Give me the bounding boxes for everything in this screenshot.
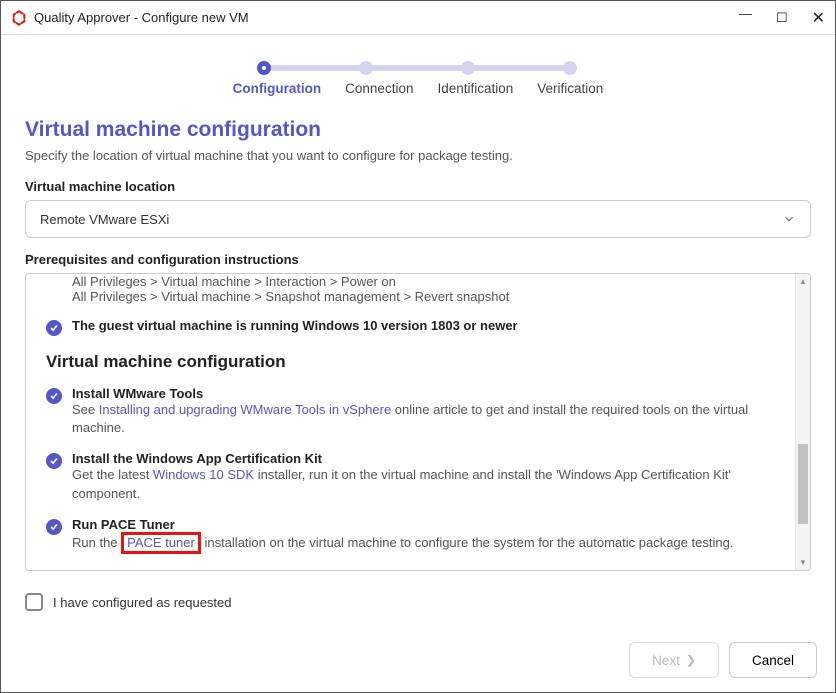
step-dot-verification[interactable] [563,61,577,75]
step-label-configuration[interactable]: Configuration [233,81,321,96]
step-label-connection[interactable]: Connection [345,81,413,96]
confirm-checkbox[interactable] [25,593,43,611]
minimize-button[interactable]: — [739,6,752,21]
check-icon [46,453,62,469]
prereq-item-text: The guest virtual machine is running Win… [72,318,775,333]
scrollbar[interactable]: ▲ ▼ [795,274,810,570]
scroll-thumb[interactable] [798,444,808,524]
titlebar: Quality Approver - Configure new VM — ☐ … [1,1,835,35]
chevron-down-icon [782,212,796,226]
page-subtitle: Specify the location of virtual machine … [25,148,811,163]
privilege-line: All Privileges > Virtual machine > Snaps… [72,289,775,304]
cancel-button[interactable]: Cancel [729,642,817,678]
vm-location-select[interactable]: Remote VMware ESXi [25,200,811,238]
check-icon [46,320,62,336]
window-title: Quality Approver - Configure new VM [34,10,739,25]
close-button[interactable]: ✕ [812,8,825,28]
next-button[interactable]: Next ❯ [629,642,719,678]
prereq-item-wack: Install the Windows App Certification Ki… [46,451,775,502]
item-title: Shut down the virtual machine [72,568,775,570]
item-desc: Run the PACE tuner installation on the v… [72,532,775,554]
window-controls: — ☐ ✕ [739,8,825,28]
check-icon [46,388,62,404]
item-title: Run PACE Tuner [72,517,775,532]
scroll-up-button[interactable]: ▲ [796,274,810,289]
app-logo-icon [11,10,27,26]
step-dot-connection[interactable] [359,61,373,75]
confirm-label: I have configured as requested [53,595,232,610]
item-desc: See Installing and upgrading WMware Tool… [72,401,775,437]
check-icon [46,519,62,535]
privilege-line: All Privileges > Virtual machine > Inter… [72,274,775,289]
vm-location-label: Virtual machine location [25,179,811,194]
prereq-item-guest-os: The guest virtual machine is running Win… [46,318,775,336]
item-desc: Get the latest Windows 10 SDK installer,… [72,466,775,502]
step-dot-identification[interactable] [461,61,475,75]
prereq-item-pace-tuner: Run PACE Tuner Run the PACE tuner instal… [46,517,775,554]
footer: Next ❯ Cancel [1,628,835,692]
prereq-label: Prerequisites and configuration instruct… [25,252,811,267]
item-title: Install the Windows App Certification Ki… [72,451,775,466]
link-win10-sdk[interactable]: Windows 10 SDK [153,467,254,482]
vm-config-heading: Virtual machine configuration [46,352,775,372]
link-wmware-tools[interactable]: Installing and upgrading WMware Tools in… [99,402,391,417]
pace-tuner-highlight: PACE tuner [121,532,201,554]
item-title: Install WMware Tools [72,386,775,401]
step-label-verification[interactable]: Verification [537,81,603,96]
maximize-button[interactable]: ☐ [776,10,788,26]
page-title: Virtual machine configuration [25,118,811,142]
step-label-identification[interactable]: Identification [437,81,513,96]
step-labels: Configuration Connection Identification … [25,81,811,96]
prereq-panel: All Privileges > Virtual machine > Inter… [25,273,811,571]
wizard-stepper [263,61,573,75]
confirm-row: I have configured as requested [25,593,811,611]
chevron-right-icon: ❯ [686,653,696,667]
step-dot-configuration[interactable] [257,61,271,75]
link-pace-tuner[interactable]: PACE tuner [127,535,195,550]
scroll-down-button[interactable]: ▼ [796,555,810,570]
prereq-item-shutdown: Shut down the virtual machine Select 'St… [46,568,775,570]
prereq-item-wmware-tools: Install WMware Tools See Installing and … [46,386,775,437]
vm-location-value: Remote VMware ESXi [40,212,169,227]
